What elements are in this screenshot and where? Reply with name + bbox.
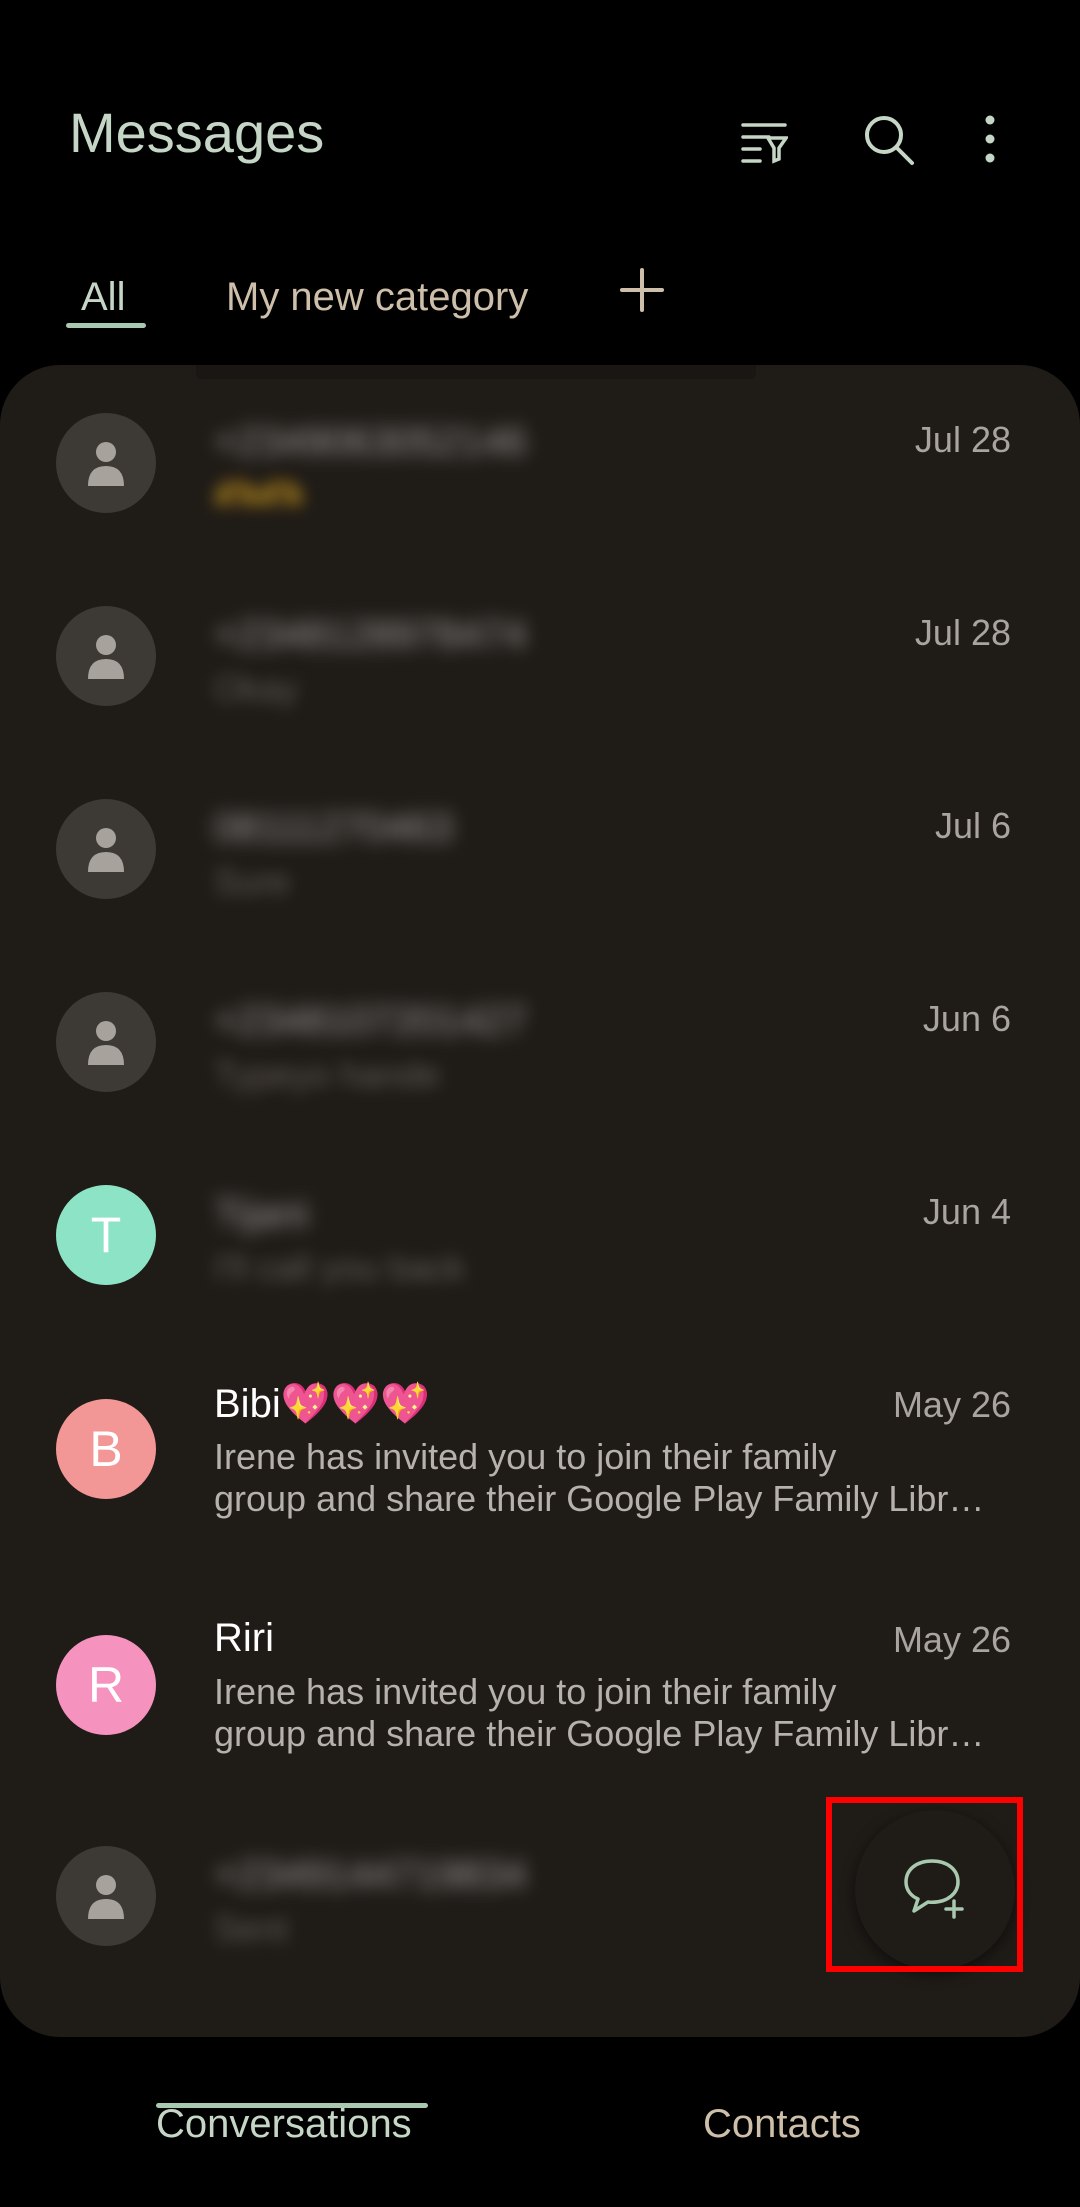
- list-item[interactable]: T Tijani Jun 4 I'll call you back: [0, 1167, 1080, 1357]
- tab-all[interactable]: All: [81, 275, 125, 320]
- person-icon: [56, 799, 156, 899]
- new-chat-button[interactable]: [855, 1810, 1015, 1970]
- message-preview: Okay: [214, 668, 299, 709]
- list-item[interactable]: B Bibi💖💖💖 May 26 Irene has invited you t…: [0, 1360, 1080, 1590]
- contact-name: +2349063052146: [214, 420, 527, 464]
- conversation-list[interactable]: +2349063052146 Jul 28 🫶🫶 +2348128978474 …: [0, 365, 1080, 2037]
- list-item[interactable]: +2349063052146 Jul 28 🫶🫶: [0, 395, 1080, 585]
- avatar-initial: T: [90, 1207, 122, 1263]
- more-options-icon[interactable]: [958, 108, 1022, 172]
- contact-name: +2349144719834: [214, 1853, 527, 1897]
- search-icon[interactable]: [857, 108, 921, 172]
- filter-icon[interactable]: [732, 108, 796, 172]
- contact-name: Riri: [214, 1616, 274, 1660]
- message-preview: Sure: [214, 861, 291, 902]
- contact-name: +2348128978474: [214, 613, 527, 657]
- avatar: R: [56, 1635, 156, 1735]
- preview-line: group and share their Google Play Family…: [214, 1478, 985, 1519]
- avatar: T: [56, 1185, 156, 1285]
- message-preview: I'll call you back: [214, 1247, 465, 1288]
- nav-contacts[interactable]: Contacts: [703, 2102, 861, 2147]
- avatar: B: [56, 1399, 156, 1499]
- nav-conversations[interactable]: Conversations: [156, 2102, 412, 2147]
- nav-conversations-indicator: [156, 2103, 428, 2108]
- preview-line: Irene has invited you to join their fami…: [214, 1436, 837, 1477]
- message-date: Jul 28: [914, 419, 1011, 460]
- message-date: May 26: [892, 1384, 1011, 1425]
- avatar-initial: R: [87, 1657, 125, 1713]
- message-date: May 26: [892, 1619, 1011, 1660]
- list-item[interactable]: R Riri May 26 Irene has invited you to j…: [0, 1595, 1080, 1825]
- person-icon: [56, 413, 156, 513]
- message-date: Jun 6: [922, 998, 1011, 1039]
- bottom-navigation: Conversations Contacts: [0, 2060, 1080, 2207]
- message-preview: 🫶🫶: [214, 475, 304, 516]
- contact-name: +2348107201427: [214, 999, 527, 1043]
- contact-name: Bibi💖💖💖: [214, 1382, 431, 1426]
- message-date: Jul 28: [914, 612, 1011, 653]
- preview-line: group and share their Google Play Family…: [214, 1713, 985, 1754]
- tab-my-new-category[interactable]: My new category: [226, 275, 528, 320]
- message-preview: Irene has invited you to join their fami…: [214, 1671, 994, 1755]
- message-date: Jul 6: [934, 805, 1011, 846]
- person-icon: [56, 992, 156, 1092]
- message-preview: Typeyo hande: [214, 1054, 441, 1095]
- message-date: Jun 4: [922, 1191, 1011, 1232]
- app-header: Messages: [0, 0, 1080, 230]
- page-title: Messages: [69, 101, 325, 164]
- avatar-initial: B: [89, 1421, 123, 1477]
- preview-line: Irene has invited you to join their fami…: [214, 1671, 837, 1712]
- scroll-shadow: [196, 365, 756, 379]
- list-item[interactable]: 08111270463 Jul 6 Sure: [0, 781, 1080, 971]
- contact-name: 08111270463: [214, 806, 453, 850]
- message-preview: Irene has invited you to join their fami…: [214, 1436, 994, 1520]
- plus-icon[interactable]: [620, 268, 664, 312]
- list-item[interactable]: +2348107201427 Jun 6 Typeyo hande: [0, 974, 1080, 1164]
- contact-name: Tijani: [214, 1192, 309, 1236]
- tab-all-indicator: [66, 323, 146, 328]
- list-item[interactable]: +2348128978474 Jul 28 Okay: [0, 588, 1080, 778]
- person-icon: [56, 606, 156, 706]
- person-icon: [56, 1846, 156, 1946]
- new-chat-icon: [902, 1857, 968, 1924]
